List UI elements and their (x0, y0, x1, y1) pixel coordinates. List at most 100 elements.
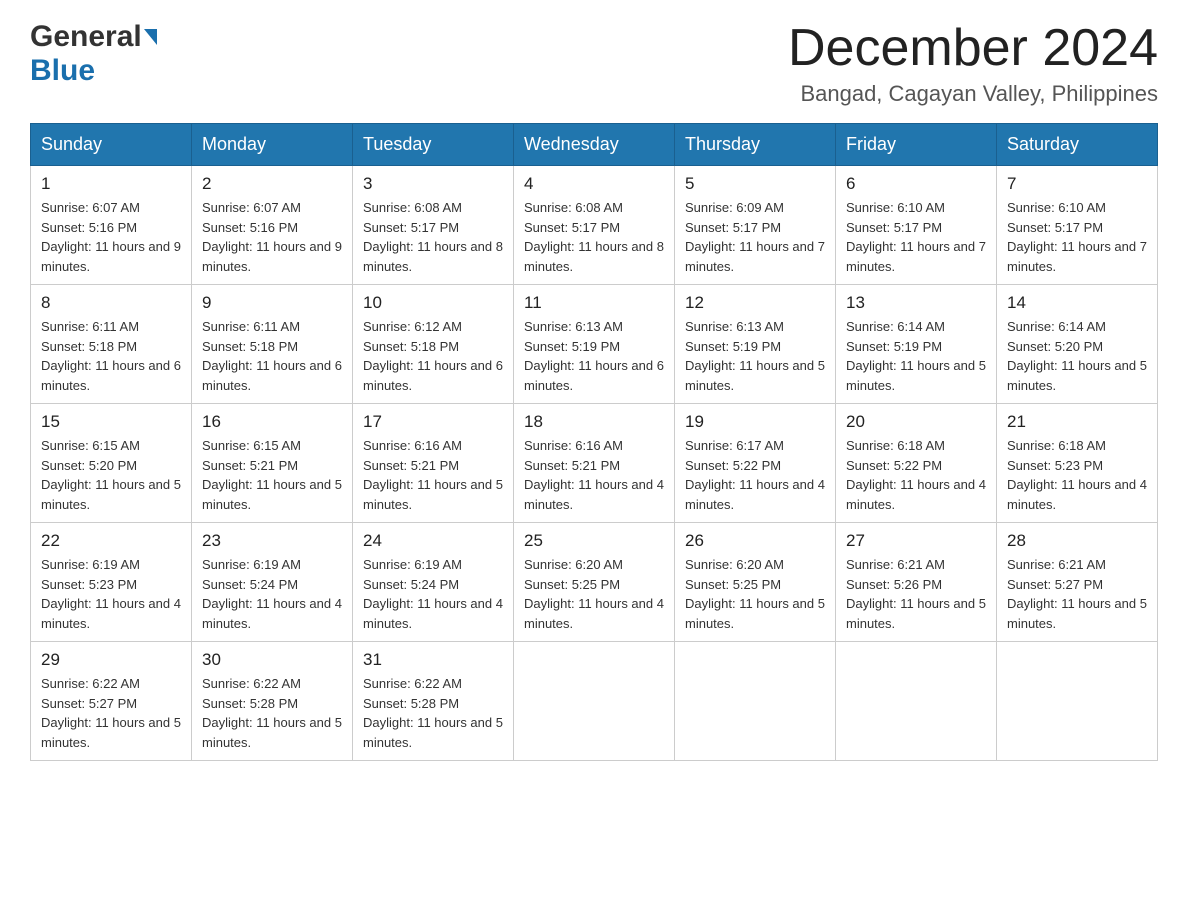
day-number: 26 (685, 531, 825, 551)
day-number: 11 (524, 293, 664, 313)
day-number: 10 (363, 293, 503, 313)
calendar-week-row: 22 Sunrise: 6:19 AMSunset: 5:23 PMDaylig… (31, 523, 1158, 642)
day-info: Sunrise: 6:16 AMSunset: 5:21 PMDaylight:… (363, 438, 503, 512)
day-info: Sunrise: 6:12 AMSunset: 5:18 PMDaylight:… (363, 319, 503, 393)
calendar-cell: 4 Sunrise: 6:08 AMSunset: 5:17 PMDayligh… (514, 166, 675, 285)
calendar-cell: 26 Sunrise: 6:20 AMSunset: 5:25 PMDaylig… (675, 523, 836, 642)
day-info: Sunrise: 6:19 AMSunset: 5:24 PMDaylight:… (202, 557, 342, 631)
day-number: 23 (202, 531, 342, 551)
day-info: Sunrise: 6:15 AMSunset: 5:21 PMDaylight:… (202, 438, 342, 512)
calendar-cell: 11 Sunrise: 6:13 AMSunset: 5:19 PMDaylig… (514, 285, 675, 404)
day-number: 28 (1007, 531, 1147, 551)
day-number: 19 (685, 412, 825, 432)
day-number: 14 (1007, 293, 1147, 313)
calendar-cell: 9 Sunrise: 6:11 AMSunset: 5:18 PMDayligh… (192, 285, 353, 404)
day-number: 20 (846, 412, 986, 432)
day-number: 18 (524, 412, 664, 432)
day-info: Sunrise: 6:20 AMSunset: 5:25 PMDaylight:… (685, 557, 825, 631)
day-number: 8 (41, 293, 181, 313)
day-info: Sunrise: 6:19 AMSunset: 5:24 PMDaylight:… (363, 557, 503, 631)
day-info: Sunrise: 6:22 AMSunset: 5:28 PMDaylight:… (363, 676, 503, 750)
day-info: Sunrise: 6:13 AMSunset: 5:19 PMDaylight:… (685, 319, 825, 393)
location-subtitle: Bangad, Cagayan Valley, Philippines (788, 81, 1158, 107)
day-info: Sunrise: 6:10 AMSunset: 5:17 PMDaylight:… (846, 200, 986, 274)
day-number: 1 (41, 174, 181, 194)
day-number: 5 (685, 174, 825, 194)
day-info: Sunrise: 6:22 AMSunset: 5:28 PMDaylight:… (202, 676, 342, 750)
calendar-cell (514, 642, 675, 761)
day-number: 6 (846, 174, 986, 194)
month-title: December 2024 (788, 20, 1158, 77)
calendar-cell: 15 Sunrise: 6:15 AMSunset: 5:20 PMDaylig… (31, 404, 192, 523)
calendar-cell: 28 Sunrise: 6:21 AMSunset: 5:27 PMDaylig… (997, 523, 1158, 642)
calendar-cell: 24 Sunrise: 6:19 AMSunset: 5:24 PMDaylig… (353, 523, 514, 642)
calendar-cell: 3 Sunrise: 6:08 AMSunset: 5:17 PMDayligh… (353, 166, 514, 285)
calendar-cell: 5 Sunrise: 6:09 AMSunset: 5:17 PMDayligh… (675, 166, 836, 285)
calendar-week-row: 15 Sunrise: 6:15 AMSunset: 5:20 PMDaylig… (31, 404, 1158, 523)
calendar-week-row: 1 Sunrise: 6:07 AMSunset: 5:16 PMDayligh… (31, 166, 1158, 285)
day-number: 22 (41, 531, 181, 551)
calendar-cell: 17 Sunrise: 6:16 AMSunset: 5:21 PMDaylig… (353, 404, 514, 523)
day-number: 24 (363, 531, 503, 551)
weekday-header-thursday: Thursday (675, 124, 836, 166)
day-number: 21 (1007, 412, 1147, 432)
day-info: Sunrise: 6:18 AMSunset: 5:23 PMDaylight:… (1007, 438, 1147, 512)
logo: General Blue (30, 20, 157, 88)
logo-triangle-icon (144, 29, 157, 45)
weekday-header-row: SundayMondayTuesdayWednesdayThursdayFrid… (31, 124, 1158, 166)
day-number: 17 (363, 412, 503, 432)
day-info: Sunrise: 6:08 AMSunset: 5:17 PMDaylight:… (363, 200, 503, 274)
logo-general-text: General (30, 20, 142, 54)
day-info: Sunrise: 6:07 AMSunset: 5:16 PMDaylight:… (41, 200, 181, 274)
calendar-cell: 25 Sunrise: 6:20 AMSunset: 5:25 PMDaylig… (514, 523, 675, 642)
calendar-cell: 13 Sunrise: 6:14 AMSunset: 5:19 PMDaylig… (836, 285, 997, 404)
day-info: Sunrise: 6:14 AMSunset: 5:20 PMDaylight:… (1007, 319, 1147, 393)
calendar-cell (997, 642, 1158, 761)
day-info: Sunrise: 6:20 AMSunset: 5:25 PMDaylight:… (524, 557, 664, 631)
calendar-cell: 10 Sunrise: 6:12 AMSunset: 5:18 PMDaylig… (353, 285, 514, 404)
day-number: 25 (524, 531, 664, 551)
day-number: 16 (202, 412, 342, 432)
calendar-cell: 6 Sunrise: 6:10 AMSunset: 5:17 PMDayligh… (836, 166, 997, 285)
calendar-cell: 23 Sunrise: 6:19 AMSunset: 5:24 PMDaylig… (192, 523, 353, 642)
calendar-cell: 29 Sunrise: 6:22 AMSunset: 5:27 PMDaylig… (31, 642, 192, 761)
page-header: General Blue December 2024 Bangad, Cagay… (30, 20, 1158, 107)
day-info: Sunrise: 6:16 AMSunset: 5:21 PMDaylight:… (524, 438, 664, 512)
day-number: 9 (202, 293, 342, 313)
day-number: 2 (202, 174, 342, 194)
weekday-header-wednesday: Wednesday (514, 124, 675, 166)
day-number: 3 (363, 174, 503, 194)
calendar-week-row: 29 Sunrise: 6:22 AMSunset: 5:27 PMDaylig… (31, 642, 1158, 761)
day-info: Sunrise: 6:07 AMSunset: 5:16 PMDaylight:… (202, 200, 342, 274)
weekday-header-saturday: Saturday (997, 124, 1158, 166)
calendar-cell: 30 Sunrise: 6:22 AMSunset: 5:28 PMDaylig… (192, 642, 353, 761)
day-info: Sunrise: 6:18 AMSunset: 5:22 PMDaylight:… (846, 438, 986, 512)
day-info: Sunrise: 6:19 AMSunset: 5:23 PMDaylight:… (41, 557, 181, 631)
calendar-cell (675, 642, 836, 761)
calendar-cell: 2 Sunrise: 6:07 AMSunset: 5:16 PMDayligh… (192, 166, 353, 285)
calendar-cell: 16 Sunrise: 6:15 AMSunset: 5:21 PMDaylig… (192, 404, 353, 523)
calendar-week-row: 8 Sunrise: 6:11 AMSunset: 5:18 PMDayligh… (31, 285, 1158, 404)
day-number: 27 (846, 531, 986, 551)
day-number: 15 (41, 412, 181, 432)
day-info: Sunrise: 6:22 AMSunset: 5:27 PMDaylight:… (41, 676, 181, 750)
calendar-cell: 31 Sunrise: 6:22 AMSunset: 5:28 PMDaylig… (353, 642, 514, 761)
day-info: Sunrise: 6:15 AMSunset: 5:20 PMDaylight:… (41, 438, 181, 512)
title-area: December 2024 Bangad, Cagayan Valley, Ph… (788, 20, 1158, 107)
day-number: 31 (363, 650, 503, 670)
weekday-header-friday: Friday (836, 124, 997, 166)
day-info: Sunrise: 6:13 AMSunset: 5:19 PMDaylight:… (524, 319, 664, 393)
day-info: Sunrise: 6:21 AMSunset: 5:26 PMDaylight:… (846, 557, 986, 631)
day-info: Sunrise: 6:11 AMSunset: 5:18 PMDaylight:… (41, 319, 181, 393)
calendar-cell: 21 Sunrise: 6:18 AMSunset: 5:23 PMDaylig… (997, 404, 1158, 523)
day-info: Sunrise: 6:10 AMSunset: 5:17 PMDaylight:… (1007, 200, 1147, 274)
day-number: 12 (685, 293, 825, 313)
weekday-header-tuesday: Tuesday (353, 124, 514, 166)
calendar-cell: 18 Sunrise: 6:16 AMSunset: 5:21 PMDaylig… (514, 404, 675, 523)
day-info: Sunrise: 6:17 AMSunset: 5:22 PMDaylight:… (685, 438, 825, 512)
day-info: Sunrise: 6:09 AMSunset: 5:17 PMDaylight:… (685, 200, 825, 274)
calendar-table: SundayMondayTuesdayWednesdayThursdayFrid… (30, 123, 1158, 761)
calendar-cell: 1 Sunrise: 6:07 AMSunset: 5:16 PMDayligh… (31, 166, 192, 285)
day-number: 7 (1007, 174, 1147, 194)
logo-blue-text: Blue (30, 54, 95, 87)
